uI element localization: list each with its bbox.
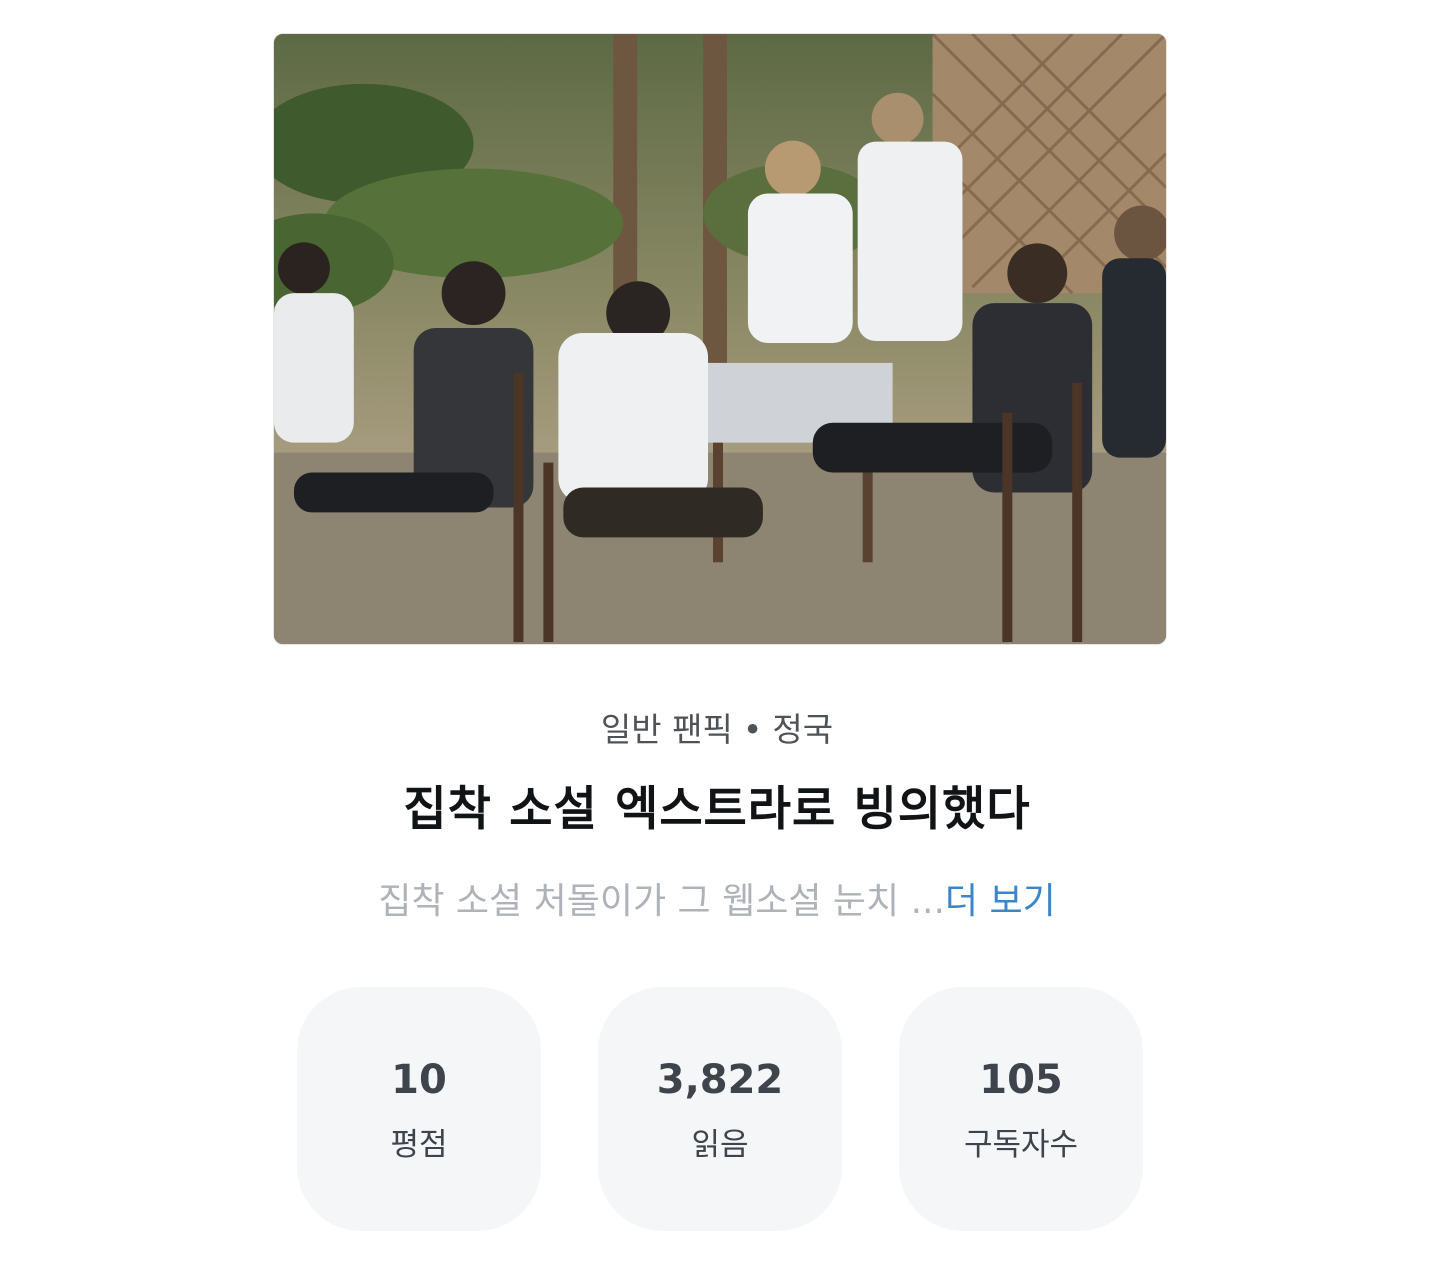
stat-value: 105: [979, 1057, 1063, 1103]
stat-subscribers: 105 구독자수: [899, 987, 1143, 1231]
stat-rating: 10 평점: [297, 987, 541, 1231]
cover-image[interactable]: [273, 33, 1167, 645]
stat-label: 평점: [390, 1127, 448, 1163]
stat-reads: 3,822 읽음: [598, 987, 842, 1231]
stat-label: 읽음: [691, 1127, 749, 1163]
stat-value: 3,822: [656, 1057, 784, 1103]
synopsis: 집착 소설 처돌이가 그 웹소설 눈치 ...더 보기: [0, 874, 1434, 930]
synopsis-text: 집착 소설 처돌이가 그 웹소설 눈치 ...: [378, 881, 945, 922]
tag-label[interactable]: 정국: [772, 710, 833, 749]
separator-dot: •: [742, 710, 763, 749]
cover-photo: [274, 34, 1166, 644]
stat-label: 구독자수: [963, 1127, 1079, 1163]
category-line: 일반 팬픽 • 정국: [0, 704, 1434, 756]
story-title: 집착 소설 엑스트라로 빙의했다: [403, 782, 1031, 837]
genre-label[interactable]: 일반 팬픽: [601, 710, 733, 749]
more-link[interactable]: 더 보기: [945, 881, 1056, 922]
stat-value: 10: [391, 1057, 447, 1103]
